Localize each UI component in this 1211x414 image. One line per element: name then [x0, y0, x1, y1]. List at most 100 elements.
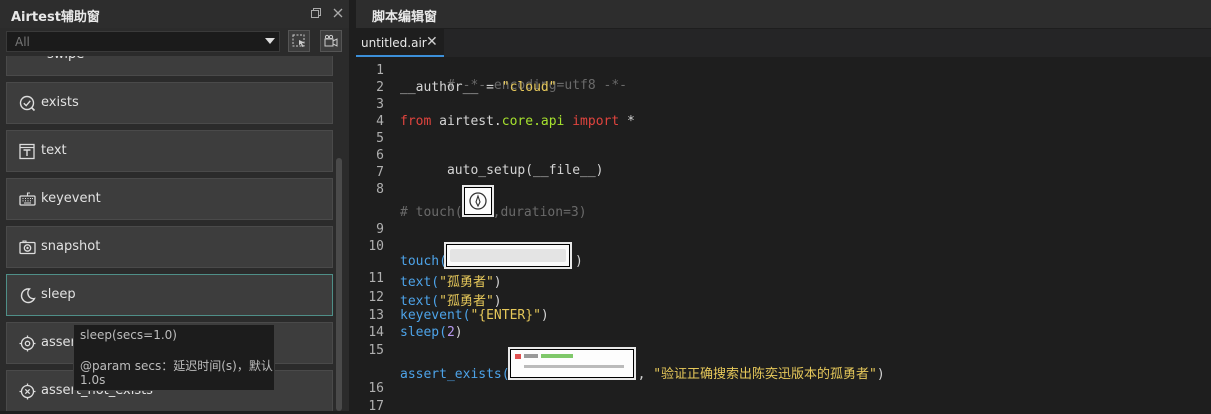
searchbar-preview — [450, 249, 566, 262]
close-tab-icon[interactable]: ✕ — [426, 34, 438, 50]
code-line-15: assert_exists(, "验证正确搜索出陈奕迅版本的孤勇者") — [400, 363, 885, 382]
screen-select-icon — [292, 34, 305, 47]
chevron-down-icon — [265, 38, 275, 44]
tooltip-param-line1: @param secs：延迟时间(s)，默认 — [80, 359, 273, 373]
code-line-4: from airtest.core.api import * — [400, 114, 635, 129]
command-snapshot[interactable]: snapshot — [6, 226, 333, 268]
helper-panel-title: Airtest辅助窗 — [11, 10, 100, 25]
text-box-icon — [19, 143, 35, 160]
preview-text-bar — [524, 354, 538, 358]
code-keyword: import — [564, 114, 620, 129]
command-snapshot-label: snapshot — [41, 239, 101, 254]
line-number: 12 — [368, 290, 384, 305]
code-token: ) — [540, 308, 549, 323]
screen-select-button[interactable] — [288, 30, 310, 52]
target-x-icon — [19, 383, 36, 400]
command-text[interactable]: text — [6, 130, 333, 172]
line-number: 1 — [376, 63, 384, 78]
code-string: "验证正确搜索出陈奕迅版本的孤勇者" — [653, 367, 877, 382]
line-number: 2 — [376, 80, 384, 95]
helper-panel-title-bar: Airtest辅助窗 — [0, 0, 349, 28]
code-keyword: from — [400, 114, 432, 129]
code-token: ) — [493, 294, 502, 309]
command-sleep[interactable]: sleep — [6, 274, 333, 316]
tooltip-param-line2: 1.0s — [80, 373, 106, 387]
camera-icon — [19, 240, 36, 255]
compass-icon — [469, 192, 487, 210]
editor-panel-title-bar: 脚本编辑窗 — [356, 0, 1211, 28]
code-function: keyevent( — [400, 308, 471, 323]
command-keyevent-label: keyevent — [41, 191, 101, 206]
template-image-searchbar-thumb[interactable] — [444, 242, 572, 269]
script-editor-panel: 脚本编辑窗 untitled.air ✕ 1 2 3 4 5 6 7 8 9 1… — [356, 0, 1211, 414]
code-token: __author__ — [400, 80, 479, 95]
command-exists[interactable]: exists — [6, 82, 333, 124]
line-number: 13 — [368, 308, 384, 323]
code-token: ) — [493, 275, 502, 290]
heart-icon — [515, 354, 521, 359]
line-number: 5 — [376, 131, 384, 146]
code-line-14: sleep(2) — [400, 325, 463, 340]
line-number: 14 — [368, 325, 384, 340]
code-function: assert_exists( — [400, 367, 510, 382]
line-number: 15 — [368, 343, 384, 358]
code-token: = — [478, 80, 502, 95]
filter-select-value: All — [15, 35, 30, 49]
code-line-11: text("孤勇者") — [400, 271, 502, 290]
code-token: , — [637, 367, 654, 382]
float-window-icon[interactable] — [310, 7, 322, 19]
line-number: 10 — [368, 239, 384, 254]
sleep-tooltip: sleep(secs=1.0) @param secs：延迟时间(s)，默认 1… — [73, 324, 275, 391]
code-function: sleep( — [400, 325, 447, 340]
code-line-13: keyevent("{ENTER}") — [400, 308, 549, 323]
code-string: "孤勇者" — [439, 294, 494, 309]
code-string: "孤勇者" — [439, 275, 494, 290]
line-number: 11 — [368, 271, 384, 286]
tooltip-signature: sleep(secs=1.0) — [80, 328, 177, 342]
line-number: 4 — [376, 114, 384, 129]
video-camera-icon — [324, 34, 338, 47]
command-swipe[interactable]: swipe — [6, 56, 333, 76]
code-string: "cloud" — [501, 80, 557, 95]
code-comment: ,duration=3) — [492, 205, 587, 220]
tab-untitled-air[interactable]: untitled.air ✕ — [356, 29, 444, 57]
line-number: 17 — [368, 399, 384, 414]
command-text-label: text — [41, 143, 67, 158]
code-line-2: __author__ = "cloud" — [400, 80, 557, 95]
command-exists-label: exists — [41, 95, 79, 110]
target-icon — [19, 335, 36, 352]
code-module: core.api — [501, 114, 565, 129]
code-token: ) — [876, 367, 885, 382]
line-number: 7 — [376, 165, 384, 180]
airtest-helper-panel: Airtest辅助窗 All swipe — [0, 0, 349, 411]
filter-select[interactable]: All — [6, 31, 280, 52]
code-token: ) — [454, 325, 463, 340]
code-token: auto_setup(__file__) — [446, 163, 604, 178]
code-line-12: text("孤勇者") — [400, 290, 502, 309]
command-list-scrollbar[interactable] — [336, 158, 342, 411]
code-function: text( — [400, 294, 440, 309]
code-line-6: auto_setup(__file__) — [400, 148, 604, 193]
code-string: "{ENTER}" — [470, 308, 541, 323]
record-button[interactable] — [320, 30, 342, 52]
line-number: 9 — [376, 222, 384, 237]
template-image-result-thumb[interactable] — [508, 347, 636, 380]
code-token: * — [619, 114, 635, 129]
tab-label: untitled.air — [361, 36, 427, 50]
moon-icon — [20, 288, 36, 304]
line-number: 16 — [368, 381, 384, 396]
command-sleep-label: sleep — [41, 287, 76, 302]
code-function: touch( — [400, 254, 447, 269]
command-keyevent[interactable]: keyevent — [6, 178, 333, 220]
editor-panel-title: 脚本编辑窗 — [372, 10, 438, 25]
line-number: 3 — [376, 97, 384, 112]
close-icon[interactable] — [332, 7, 344, 19]
line-number: 6 — [376, 148, 384, 163]
code-editor[interactable]: 1 2 3 4 5 6 7 8 9 10 11 12 13 14 15 16 1… — [356, 57, 1211, 414]
keyboard-icon — [19, 192, 36, 206]
check-circle-icon — [19, 95, 36, 112]
template-image-icon-thumb[interactable] — [462, 185, 494, 217]
preview-tag-bar — [541, 354, 573, 358]
code-function: text( — [400, 275, 440, 290]
editor-tab-strip: untitled.air ✕ — [356, 29, 1211, 57]
